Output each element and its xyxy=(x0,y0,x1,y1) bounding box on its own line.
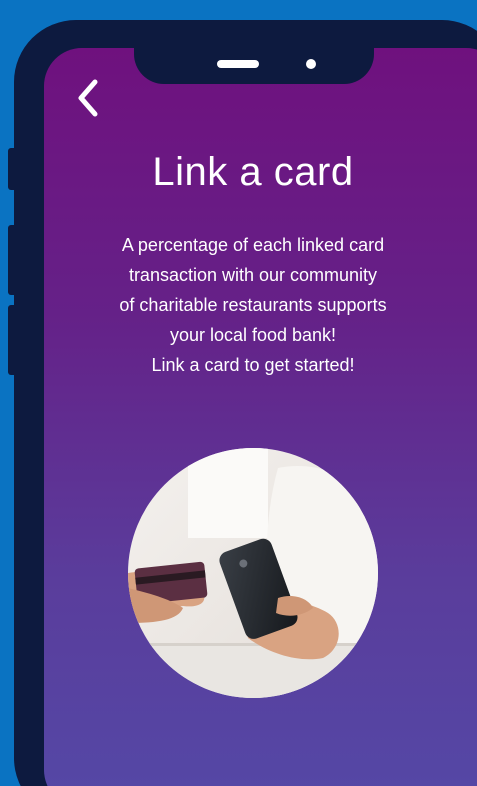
back-button[interactable] xyxy=(70,78,106,118)
chevron-left-icon xyxy=(78,79,98,117)
app-promo-canvas: Link a card A percentage of each linked … xyxy=(0,0,477,786)
front-camera xyxy=(306,59,316,69)
description-line: A percentage of each linked card xyxy=(121,235,385,255)
description-line: Link a card to get started! xyxy=(151,355,355,375)
description-line: of charitable restaurants supports xyxy=(119,295,387,315)
hands-card-phone-illustration xyxy=(128,448,378,698)
description-line: transaction with our community xyxy=(128,265,378,285)
page-title: Link a card xyxy=(152,150,354,194)
description-text: A percentage of each linked card transac… xyxy=(60,230,446,380)
speaker-grille xyxy=(217,60,259,68)
card-and-phone-photo xyxy=(128,448,378,698)
description-line: your local food bank! xyxy=(169,325,337,345)
phone-notch xyxy=(134,24,374,84)
